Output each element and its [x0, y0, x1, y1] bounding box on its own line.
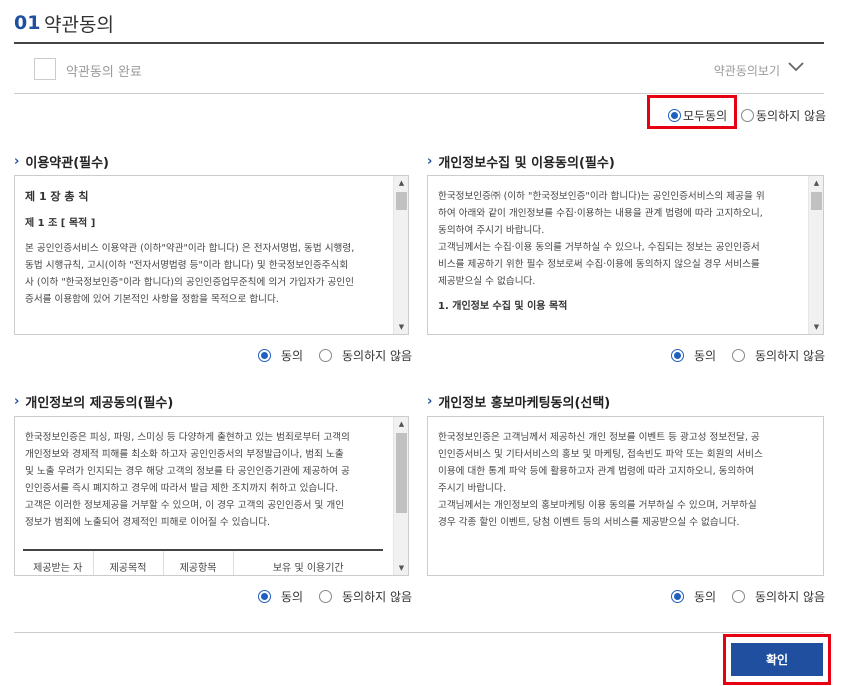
scroll-thumb[interactable]	[396, 433, 407, 513]
chevron-right-icon: ›	[427, 394, 433, 409]
terms-line: 본 공인인증서비스 이용약관 (이하"약관"이라 합니다) 은 전자서명법, 동…	[25, 243, 355, 254]
agreement-complete-checkbox[interactable]	[34, 58, 56, 80]
scroll-up-icon[interactable]: ▲	[394, 176, 408, 190]
marketing-disagree-label: 동의하지 않음	[755, 590, 826, 604]
scrollbar[interactable]: ▲ ▼	[393, 176, 408, 334]
marketing-line: 인인증서비스 및 기타서비스의 홍보 및 마케팅, 접속빈도 파악 또는 회원의…	[438, 449, 763, 460]
terms-agree-radio[interactable]	[258, 349, 271, 362]
table-header-cell: 제공목적	[93, 549, 164, 575]
agreement-complete-label: 약관동의 완료	[66, 65, 142, 80]
step-number: 01	[14, 12, 41, 34]
terms-textbox[interactable]: 제 1 장 총 칙 제 1 조 [ 목적 ] 본 공인인증서비스 이용약관 (이…	[14, 175, 409, 335]
privacy-line: 하여 아래와 같이 개인정보를 수집·이용하는 내용을 관계 법령에 따라 고지…	[438, 208, 763, 219]
terms-chapter: 제 1 장 총 칙	[25, 190, 89, 203]
chevron-right-icon: ›	[427, 154, 433, 169]
privacy-disagree-option[interactable]: 동의하지 않음	[732, 347, 825, 364]
view-agreement-toggle[interactable]: 약관동의보기	[714, 62, 780, 79]
privacy-line: 고객님께서는 수집·이용 동의를 거부하실 수 있으나, 수집되는 정보는 공인…	[438, 242, 760, 253]
marketing-line: 한국정보인증은 고객님께서 제공하신 개인 정보를 이벤트 등 광고성 정보전달…	[438, 432, 760, 443]
scroll-down-icon[interactable]: ▼	[394, 320, 408, 334]
scroll-up-icon[interactable]: ▲	[809, 176, 823, 190]
bottom-divider	[14, 632, 824, 633]
terms-line: 사 (이하 "한국정보인증"이라 합니다)의 공인인증업무준칙에 의거 가입자가…	[25, 277, 354, 288]
table-header-row: 제공받는 자 제공목적 제공항목 보유 및 이용기간	[23, 549, 383, 575]
privacy-agree-label: 동의	[694, 349, 717, 363]
provision-disagree-radio[interactable]	[319, 590, 332, 603]
scrollbar[interactable]: ▲ ▼	[808, 176, 823, 334]
marketing-disagree-radio[interactable]	[732, 590, 745, 603]
provision-line: 및 노출 우려가 인지되는 경우 해당 고객의 정보를 타 공인인증기관에 제공…	[25, 466, 350, 477]
provision-line: 한국정보인증은 피싱, 파밍, 스미싱 등 다양하게 출현하고 있는 범죄로부터…	[25, 432, 350, 443]
provision-disagree-label: 동의하지 않음	[342, 590, 413, 604]
scroll-down-icon[interactable]: ▼	[394, 561, 408, 575]
privacy-disagree-radio[interactable]	[732, 349, 745, 362]
marketing-agree-label: 동의	[694, 590, 717, 604]
marketing-agree-option[interactable]: 동의	[671, 588, 716, 605]
provision-line: 정보가 범죄에 노출되어 경제적인 피해로 이어질 수 있습니다.	[25, 517, 271, 528]
scroll-thumb[interactable]	[396, 192, 407, 210]
scroll-down-icon[interactable]: ▼	[809, 320, 823, 334]
all-agree-option[interactable]: 모두동의	[668, 107, 727, 124]
terms-agree-label: 동의	[281, 349, 304, 363]
privacy-line: 제공받으실 수 없습니다.	[438, 276, 536, 287]
terms-disagree-option[interactable]: 동의하지 않음	[319, 347, 412, 364]
page-title: 약관동의	[44, 14, 114, 36]
provision-agree-radio[interactable]	[258, 590, 271, 603]
terms-section-title: › 이용약관(필수)	[14, 152, 109, 171]
provision-line: 개인정보와 경제적 피해를 최소화 하고자 공인인증서의 부정발급이나, 범죄 …	[25, 449, 344, 460]
all-agree-radio[interactable]	[668, 109, 681, 122]
all-disagree-option[interactable]: 동의하지 않음	[741, 107, 826, 124]
scrollbar[interactable]: ▲ ▼	[393, 417, 408, 575]
terms-line: 증서를 이용함에 있어 기본적인 사항을 정함을 목적으로 합니다.	[25, 294, 279, 305]
table-header-cell: 제공항목	[163, 549, 234, 575]
privacy-heading: 1. 개인정보 수집 및 이용 목적	[438, 301, 568, 312]
terms-title-text: 이용약관(필수)	[25, 156, 110, 171]
all-disagree-label: 동의하지 않음	[756, 109, 827, 123]
table-header-cell: 제공받는 자	[23, 549, 94, 575]
chevron-right-icon: ›	[14, 154, 20, 169]
marketing-title-text: 개인정보 홍보마케팅동의(선택)	[438, 396, 611, 411]
provision-agree-option[interactable]: 동의	[258, 588, 303, 605]
terms-article: 제 1 조 [ 목적 ]	[25, 218, 96, 229]
provision-textbox[interactable]: 한국정보인증은 피싱, 파밍, 스미싱 등 다양하게 출현하고 있는 범죄로부터…	[14, 416, 409, 576]
terms-disagree-label: 동의하지 않음	[342, 349, 413, 363]
terms-line: 동법 시행규칙, 고시(이하 "전자서명법령 등"이라 합니다) 및 한국정보인…	[25, 260, 349, 271]
marketing-line: 고객님께서는 개인정보의 홍보마케팅 이용 동의를 거부하실 수 있으며, 거부…	[438, 500, 757, 511]
scroll-thumb[interactable]	[811, 192, 822, 210]
chevron-right-icon: ›	[14, 394, 20, 409]
terms-agree-option[interactable]: 동의	[258, 347, 303, 364]
table-header-cell: 보유 및 이용기간	[233, 549, 383, 575]
privacy-section-title: › 개인정보수집 및 이용동의(필수)	[427, 152, 615, 171]
privacy-line: 동의하여 주시기 바랍니다.	[438, 225, 545, 236]
privacy-line: 비스를 제공하기 위한 필수 정보로써 수집·이용에 동의하지 않으실 경우 서…	[438, 259, 760, 270]
privacy-title-text: 개인정보수집 및 이용동의(필수)	[438, 156, 615, 171]
privacy-line: 한국정보인증㈜ (이하 "한국정보인증"이라 합니다)는 공인인증서비스의 제공…	[438, 191, 765, 202]
all-disagree-radio[interactable]	[741, 109, 754, 122]
terms-disagree-radio[interactable]	[319, 349, 332, 362]
marketing-textbox[interactable]: 한국정보인증은 고객님께서 제공하신 개인 정보를 이벤트 등 광고성 정보전달…	[427, 416, 824, 576]
provision-table: 제공받는 자 제공목적 제공항목 보유 및 이용기간	[23, 549, 383, 575]
provision-line: 인인증서를 즉시 폐지하고 경우에 따라서 발급 제한 조치까지 취하고 있습니…	[25, 483, 338, 494]
scroll-up-icon[interactable]: ▲	[394, 417, 408, 431]
provision-disagree-option[interactable]: 동의하지 않음	[319, 588, 412, 605]
chevron-down-icon[interactable]	[786, 56, 806, 76]
marketing-line: 경우 각종 할인 이벤트, 당첨 이벤트 등의 서비스를 제공받으실 수 없습니…	[438, 517, 740, 528]
marketing-section-title: › 개인정보 홍보마케팅동의(선택)	[427, 392, 610, 411]
agreement-complete-row: 약관동의 완료 약관동의보기	[14, 46, 824, 94]
marketing-line: 주시기 바랍니다.	[438, 483, 506, 494]
provision-agree-label: 동의	[281, 590, 304, 604]
marketing-agree-radio[interactable]	[671, 590, 684, 603]
provision-line: 고객은 이러한 정보제공을 거부할 수 있으며, 이 경우 고객의 공인인증서 …	[25, 500, 345, 511]
marketing-line: 이용에 대한 통계 파악 등에 활용하고자 관계 법령에 따라 고지하오니, 동…	[438, 466, 754, 477]
marketing-disagree-option[interactable]: 동의하지 않음	[732, 588, 825, 605]
privacy-textbox[interactable]: 한국정보인증㈜ (이하 "한국정보인증"이라 합니다)는 공인인증서비스의 제공…	[427, 175, 824, 335]
privacy-agree-option[interactable]: 동의	[671, 347, 716, 364]
provision-title-text: 개인정보의 제공동의(필수)	[25, 396, 174, 411]
page-header: 01 약관동의	[14, 6, 824, 44]
privacy-disagree-label: 동의하지 않음	[755, 349, 826, 363]
all-agree-label: 모두동의	[683, 109, 728, 123]
privacy-agree-radio[interactable]	[671, 349, 684, 362]
confirm-button[interactable]: 확인	[731, 643, 823, 676]
provision-section-title: › 개인정보의 제공동의(필수)	[14, 392, 173, 411]
